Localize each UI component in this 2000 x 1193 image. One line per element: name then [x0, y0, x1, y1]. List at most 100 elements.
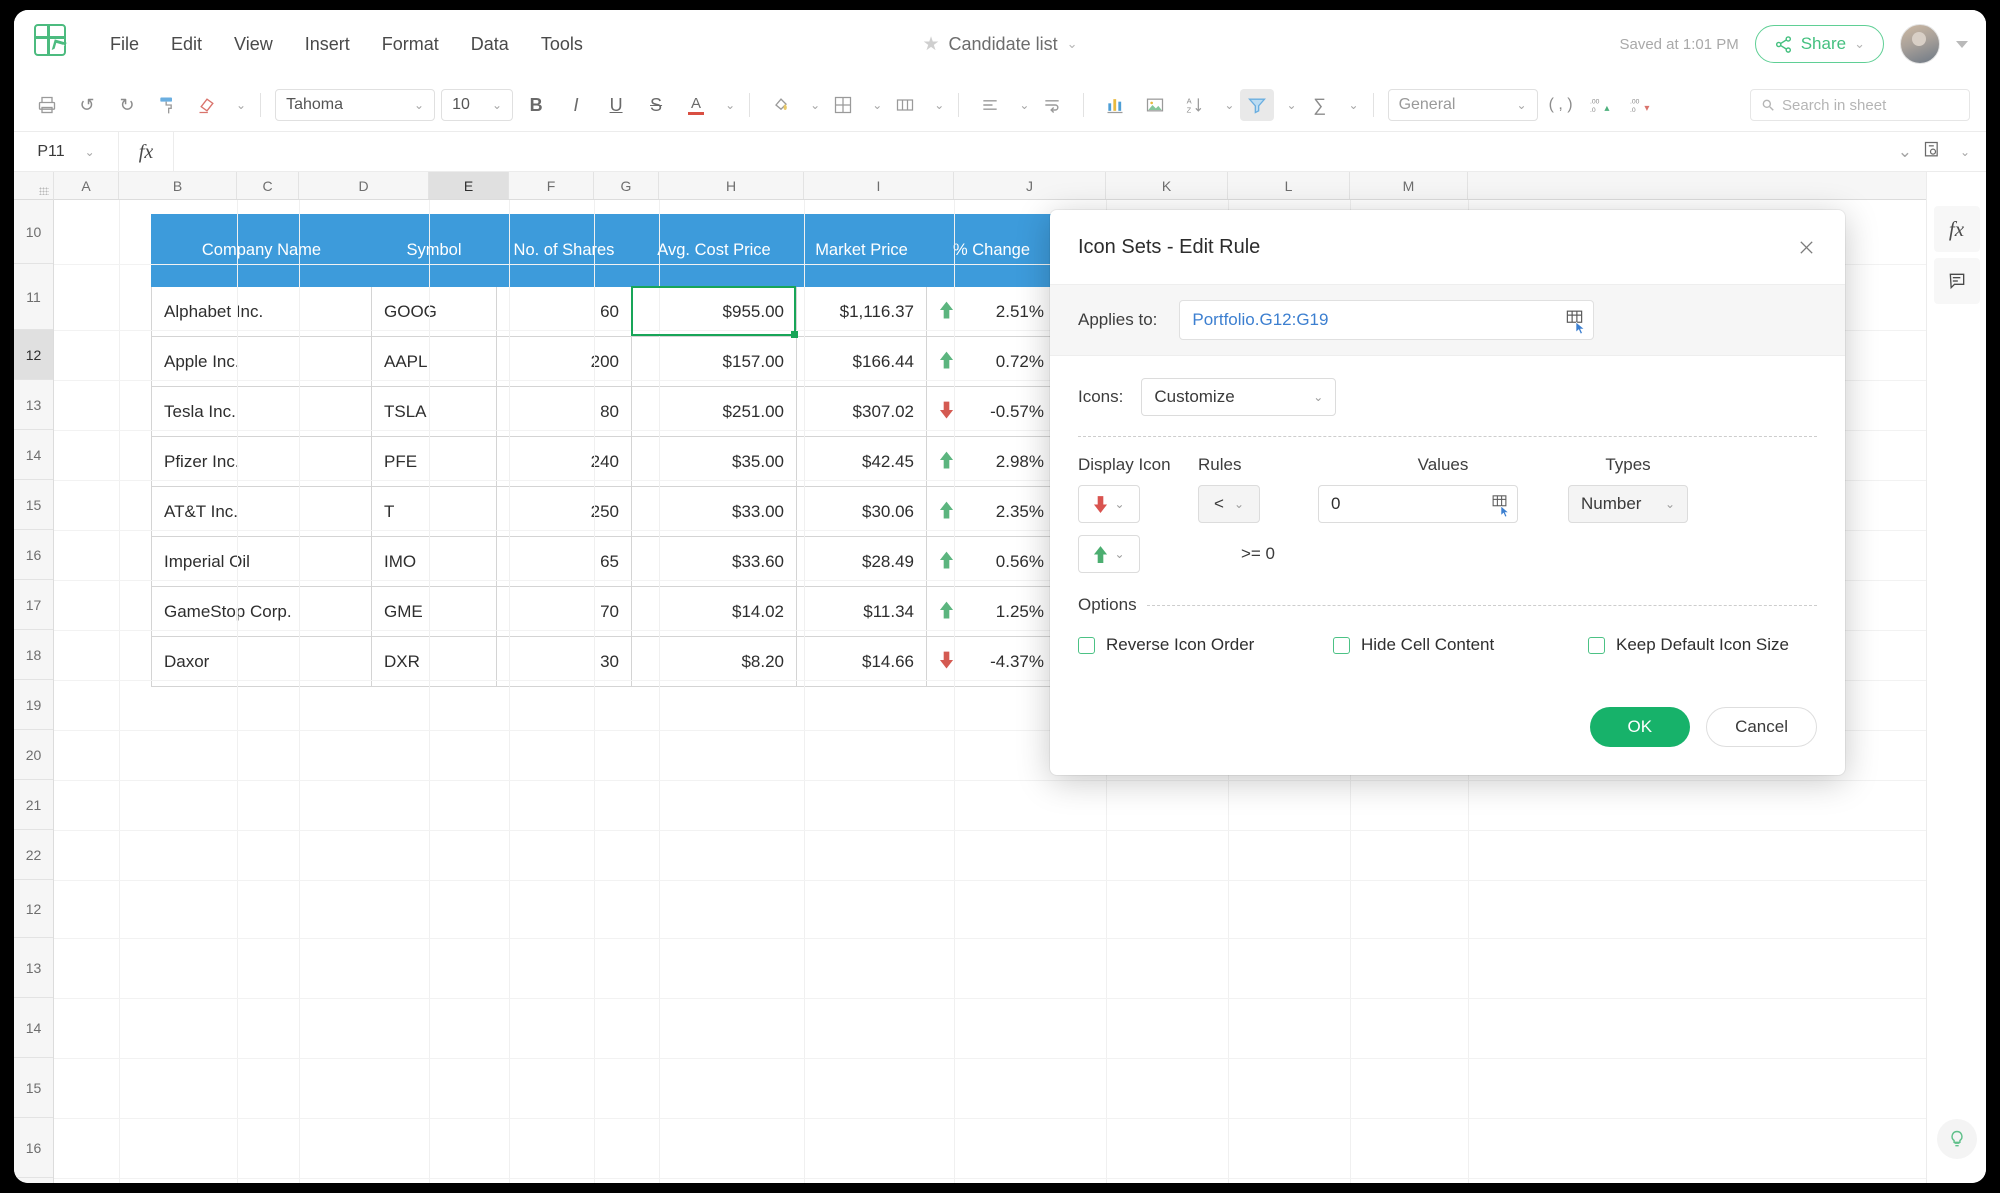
- filter-icon[interactable]: [1240, 89, 1275, 121]
- row-header-15-16[interactable]: 15: [14, 1058, 53, 1118]
- cell-shares[interactable]: 65: [496, 536, 632, 587]
- cell-avg-cost-price[interactable]: $955.00: [631, 286, 797, 337]
- chevron-down-icon[interactable]: ⌄: [872, 98, 882, 112]
- table-row[interactable]: Apple Inc. AAPL 200 $157.00 $166.44 0.72%: [151, 336, 1057, 387]
- cell-symbol[interactable]: T: [371, 486, 497, 537]
- expand-formula-chevron-icon[interactable]: ⌄: [1898, 142, 1912, 162]
- cell-percent-change[interactable]: 1.25%: [926, 586, 1057, 637]
- cell-avg-cost-price[interactable]: $35.00: [631, 436, 797, 487]
- favorite-star-icon[interactable]: ★: [922, 33, 939, 56]
- cell-company-name[interactable]: Pfizer Inc.: [151, 436, 372, 487]
- table-row[interactable]: GameStop Corp. GME 70 $14.02 $11.34 1.25%: [151, 586, 1057, 637]
- chevron-down-icon[interactable]: ⌄: [725, 98, 735, 112]
- ok-button[interactable]: OK: [1589, 707, 1691, 747]
- insert-image-icon[interactable]: [1138, 89, 1172, 121]
- document-title[interactable]: Candidate list: [949, 34, 1058, 55]
- cell-market-price[interactable]: $14.66: [796, 636, 927, 687]
- fill-color-icon[interactable]: [764, 89, 798, 121]
- chart-icon[interactable]: [1098, 89, 1132, 121]
- row-header-10-0[interactable]: 10: [14, 200, 53, 264]
- cell-company-name[interactable]: AT&T Inc.: [151, 486, 372, 537]
- text-wrap-icon[interactable]: [1035, 89, 1069, 121]
- column-header-H[interactable]: H: [659, 172, 804, 199]
- cell-percent-change[interactable]: 0.56%: [926, 536, 1057, 587]
- display-icon-select[interactable]: ⌄: [1078, 485, 1140, 523]
- row-header-13-14[interactable]: 13: [14, 938, 53, 998]
- cancel-button[interactable]: Cancel: [1706, 707, 1817, 747]
- table-row[interactable]: Daxor DXR 30 $8.20 $14.66 -4.37%: [151, 636, 1057, 687]
- font-family-select[interactable]: Tahoma ⌄: [275, 89, 436, 121]
- cell-shares[interactable]: 60: [496, 286, 632, 337]
- rule-type-select[interactable]: Number ⌄: [1568, 485, 1688, 523]
- functions-panel-icon[interactable]: fx: [1933, 206, 1980, 252]
- chevron-down-icon[interactable]: ⌄: [934, 98, 944, 112]
- insert-function-icon[interactable]: fx: [119, 132, 174, 172]
- cell-symbol[interactable]: AAPL: [371, 336, 497, 387]
- select-all-corner[interactable]: [14, 172, 54, 200]
- range-picker-icon[interactable]: [1490, 493, 1510, 518]
- column-header-E[interactable]: E: [429, 172, 509, 199]
- cell-company-name[interactable]: Imperial Oil: [151, 536, 372, 587]
- cell-symbol[interactable]: PFE: [371, 436, 497, 487]
- cell-avg-cost-price[interactable]: $251.00: [631, 386, 797, 437]
- undo-icon[interactable]: ↺: [70, 89, 104, 121]
- cell-shares[interactable]: 200: [496, 336, 632, 387]
- italic-button[interactable]: I: [559, 89, 593, 121]
- sort-icon[interactable]: A Z: [1178, 89, 1212, 121]
- cell-company-name[interactable]: Daxor: [151, 636, 372, 687]
- cell-company-name[interactable]: GameStop Corp.: [151, 586, 372, 637]
- row-header-19-9[interactable]: 19: [14, 680, 53, 730]
- merge-cells-icon[interactable]: [888, 89, 922, 121]
- underline-button[interactable]: U: [599, 89, 633, 121]
- row-header-21-11[interactable]: 21: [14, 780, 53, 830]
- cell-market-price[interactable]: $11.34: [796, 586, 927, 637]
- column-header-C[interactable]: C: [237, 172, 299, 199]
- hide-cell-content-checkbox[interactable]: [1333, 636, 1350, 654]
- cell-shares[interactable]: 240: [496, 436, 632, 487]
- redo-icon[interactable]: ↻: [110, 89, 144, 121]
- cell-market-price[interactable]: $28.49: [796, 536, 927, 587]
- menu-item-tools[interactable]: Tools: [527, 27, 597, 62]
- cell-avg-cost-price[interactable]: $157.00: [631, 336, 797, 387]
- keep-default-icon-size-checkbox[interactable]: [1588, 636, 1605, 654]
- menu-item-insert[interactable]: Insert: [291, 27, 364, 62]
- row-header-16-17[interactable]: 16: [14, 1118, 53, 1178]
- table-row[interactable]: AT&T Inc. T 250 $33.00 $30.06 2.35%: [151, 486, 1057, 537]
- decrease-decimal-icon[interactable]: .00 .0: [1624, 89, 1658, 121]
- chevron-down-icon[interactable]: ⌄: [1349, 98, 1359, 112]
- cell-percent-change[interactable]: 2.35%: [926, 486, 1057, 537]
- cell-avg-cost-price[interactable]: $33.00: [631, 486, 797, 537]
- column-header-A[interactable]: A: [54, 172, 119, 199]
- insights-bulb-icon[interactable]: [1936, 1119, 1977, 1159]
- column-header-F[interactable]: F: [509, 172, 594, 199]
- print-icon[interactable]: [30, 89, 64, 121]
- row-header-15-5[interactable]: 15: [14, 480, 53, 530]
- comma-format-icon[interactable]: ( , ): [1544, 89, 1578, 121]
- cell-avg-cost-price[interactable]: $8.20: [631, 636, 797, 687]
- menu-item-edit[interactable]: Edit: [157, 27, 216, 62]
- cell-shares[interactable]: 80: [496, 386, 632, 437]
- column-header-D[interactable]: D: [299, 172, 429, 199]
- row-header-14-15[interactable]: 14: [14, 998, 53, 1058]
- chevron-down-icon[interactable]: ⌄: [1286, 98, 1296, 112]
- table-row[interactable]: Imperial Oil IMO 65 $33.60 $28.49 0.56%: [151, 536, 1057, 587]
- row-header-18-8[interactable]: 18: [14, 630, 53, 680]
- menu-item-file[interactable]: File: [96, 27, 153, 62]
- chevron-down-icon[interactable]: ⌄: [1224, 98, 1234, 112]
- row-header-17-7[interactable]: 17: [14, 580, 53, 630]
- strikethrough-button[interactable]: S: [639, 89, 673, 121]
- cell-symbol[interactable]: TSLA: [371, 386, 497, 437]
- comments-panel-icon[interactable]: [1933, 258, 1980, 304]
- chevron-down-icon[interactable]: ⌄: [1067, 36, 1078, 52]
- account-chevron-down-icon[interactable]: [1956, 40, 1968, 48]
- row-header-16-6[interactable]: 16: [14, 530, 53, 580]
- cell-company-name[interactable]: Apple Inc.: [151, 336, 372, 387]
- close-icon[interactable]: [1791, 232, 1821, 262]
- row-header-12-2[interactable]: 12: [14, 330, 53, 380]
- rule-value-input[interactable]: 0: [1318, 485, 1518, 523]
- cell-symbol[interactable]: IMO: [371, 536, 497, 587]
- range-picker-icon[interactable]: [1564, 308, 1586, 335]
- table-row[interactable]: Alphabet Inc. GOOG 60 $955.00 $1,116.37 2.51%: [151, 286, 1057, 337]
- icons-select[interactable]: Customize ⌄: [1141, 378, 1337, 416]
- chevron-down-icon[interactable]: ⌄: [1960, 145, 1970, 159]
